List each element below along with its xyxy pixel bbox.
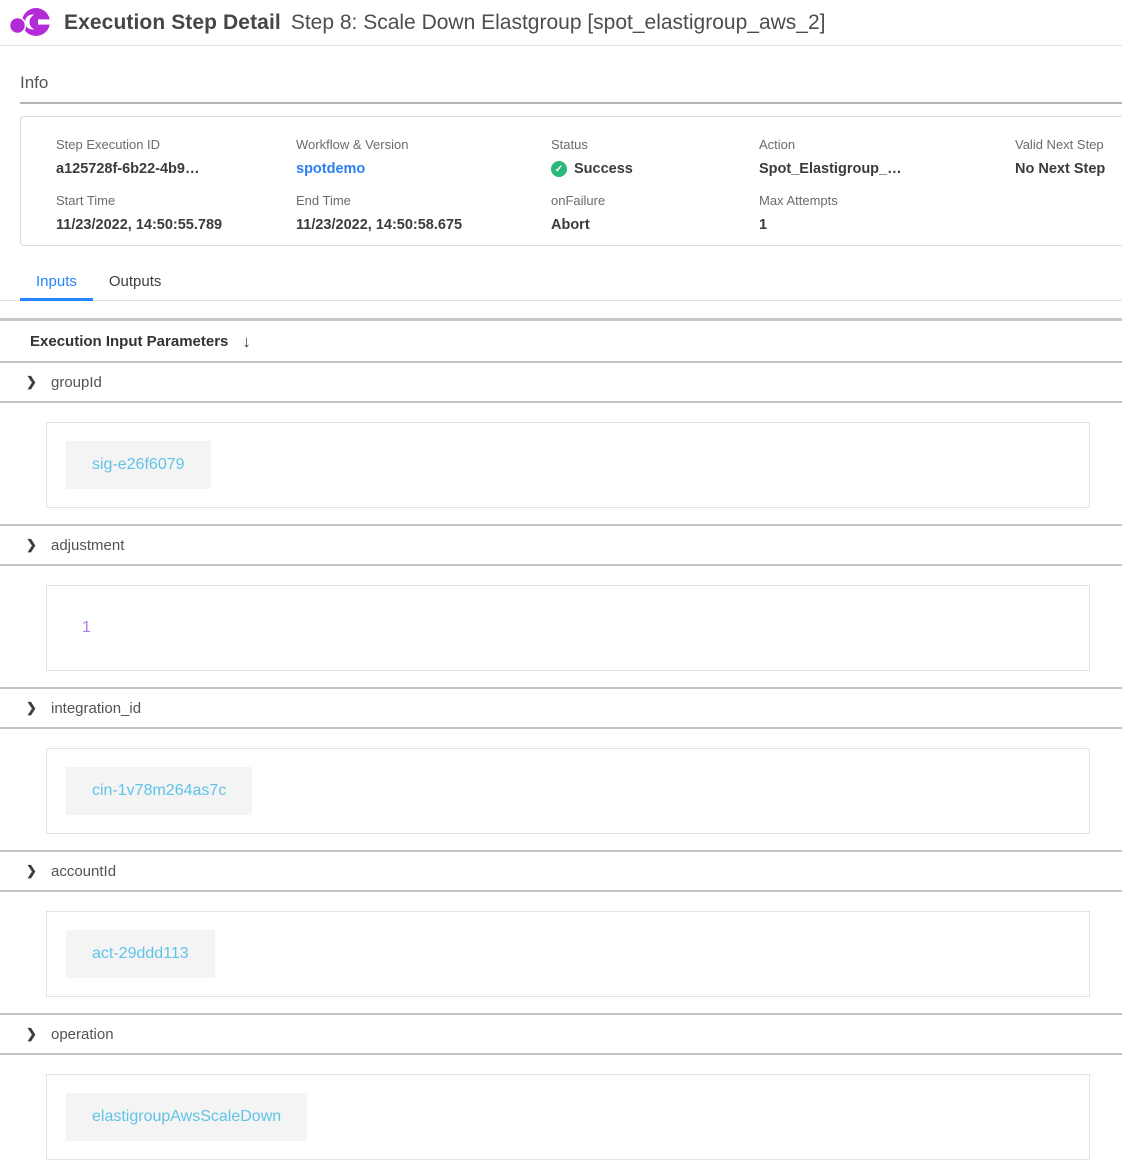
field-value: No Next Step xyxy=(1015,161,1122,177)
page-title: Execution Step Detail xyxy=(64,11,281,35)
param-row-integration-id[interactable]: ❯ integration_id xyxy=(0,689,1122,729)
field-start-time: Start Time 11/23/2022, 14:50:55.789 xyxy=(56,193,296,249)
field-label: Max Attempts xyxy=(759,193,1015,208)
info-heading-wrap: Info xyxy=(20,72,1122,104)
field-end-time: End Time 11/23/2022, 14:50:58.675 xyxy=(296,193,551,249)
param-row-adjustment[interactable]: ❯ adjustment xyxy=(0,526,1122,566)
field-label: End Time xyxy=(296,193,551,208)
param-name: accountId xyxy=(51,863,116,880)
chevron-right-icon[interactable]: ❯ xyxy=(26,374,51,390)
param-value-chip: sig-e26f6079 xyxy=(66,441,211,489)
info-card: Step Execution ID a125728f-6b22-4b9… Wor… xyxy=(20,116,1122,246)
chevron-right-icon[interactable]: ❯ xyxy=(26,863,51,879)
param-section-adjustment: ❯ adjustment 1 xyxy=(0,524,1122,671)
chevron-right-icon[interactable]: ❯ xyxy=(26,1026,51,1042)
tab-outputs[interactable]: Outputs xyxy=(93,264,178,301)
field-label: Valid Next Step xyxy=(1015,137,1122,152)
param-row-groupid[interactable]: ❯ groupId xyxy=(0,363,1122,403)
field-label: onFailure xyxy=(551,193,759,208)
execution-input-parameters-header: Execution Input Parameters ↓ xyxy=(0,321,1122,363)
field-label: Workflow & Version xyxy=(296,137,551,152)
param-name: groupId xyxy=(51,374,102,391)
param-value-chip: elastigroupAwsScaleDown xyxy=(66,1093,307,1141)
param-value-chip: act-29ddd113 xyxy=(66,930,215,978)
field-label: Step Execution ID xyxy=(56,137,296,152)
field-value: 1 xyxy=(759,217,1015,233)
field-status: Status ✓ Success xyxy=(551,137,759,193)
spot-logo-icon xyxy=(8,7,54,39)
tab-inputs[interactable]: Inputs xyxy=(20,264,93,301)
param-value-chip: cin-1v78m264as7c xyxy=(66,767,252,815)
chevron-right-icon[interactable]: ❯ xyxy=(26,700,51,716)
field-value: a125728f-6b22-4b9… xyxy=(56,161,296,177)
param-value-panel: elastigroupAwsScaleDown xyxy=(46,1074,1090,1160)
field-valid-next-step: Valid Next Step No Next Step xyxy=(1015,137,1122,193)
field-label: Action xyxy=(759,137,1015,152)
field-step-execution-id: Step Execution ID a125728f-6b22-4b9… xyxy=(56,137,296,193)
field-onfailure: onFailure Abort xyxy=(551,193,759,249)
field-value: 11/23/2022, 14:50:58.675 xyxy=(296,217,551,233)
param-value-panel: act-29ddd113 xyxy=(46,911,1090,997)
param-value-panel: sig-e26f6079 xyxy=(46,422,1090,508)
param-row-accountid[interactable]: ❯ accountId xyxy=(0,852,1122,892)
workflow-link[interactable]: spotdemo xyxy=(296,161,551,177)
status-text: Success xyxy=(574,161,633,177)
collapse-down-arrow-icon[interactable]: ↓ xyxy=(242,333,251,350)
param-name: operation xyxy=(51,1026,114,1043)
param-value-panel: 1 xyxy=(46,585,1090,671)
status-line: ✓ Success xyxy=(551,161,759,177)
field-workflow-version: Workflow & Version spotdemo xyxy=(296,137,551,193)
success-check-icon: ✓ xyxy=(551,161,567,177)
param-value-panel: cin-1v78m264as7c xyxy=(46,748,1090,834)
field-label: Start Time xyxy=(56,193,296,208)
page-header: Execution Step Detail Step 8: Scale Down… xyxy=(0,0,1122,46)
param-value-number: 1 xyxy=(66,604,107,652)
execution-input-parameters-title: Execution Input Parameters xyxy=(30,333,228,350)
param-section-operation: ❯ operation elastigroupAwsScaleDown xyxy=(0,1013,1122,1160)
param-name: adjustment xyxy=(51,537,124,554)
param-row-operation[interactable]: ❯ operation xyxy=(0,1015,1122,1055)
tab-bar: Inputs Outputs xyxy=(0,264,1122,301)
field-value: Spot_Elastigroup_… xyxy=(759,161,1015,177)
param-section-groupid: ❯ groupId sig-e26f6079 xyxy=(0,363,1122,508)
field-action: Action Spot_Elastigroup_… xyxy=(759,137,1015,193)
param-section-integration-id: ❯ integration_id cin-1v78m264as7c xyxy=(0,687,1122,834)
field-max-attempts: Max Attempts 1 xyxy=(759,193,1015,249)
page-subtitle: Step 8: Scale Down Elastgroup [spot_elas… xyxy=(291,11,826,35)
field-label: Status xyxy=(551,137,759,152)
param-name: integration_id xyxy=(51,700,141,717)
field-value: 11/23/2022, 14:50:55.789 xyxy=(56,217,296,233)
chevron-right-icon[interactable]: ❯ xyxy=(26,537,51,553)
field-value: Abort xyxy=(551,217,759,233)
param-section-accountid: ❯ accountId act-29ddd113 xyxy=(0,850,1122,997)
info-heading: Info xyxy=(20,72,1122,94)
